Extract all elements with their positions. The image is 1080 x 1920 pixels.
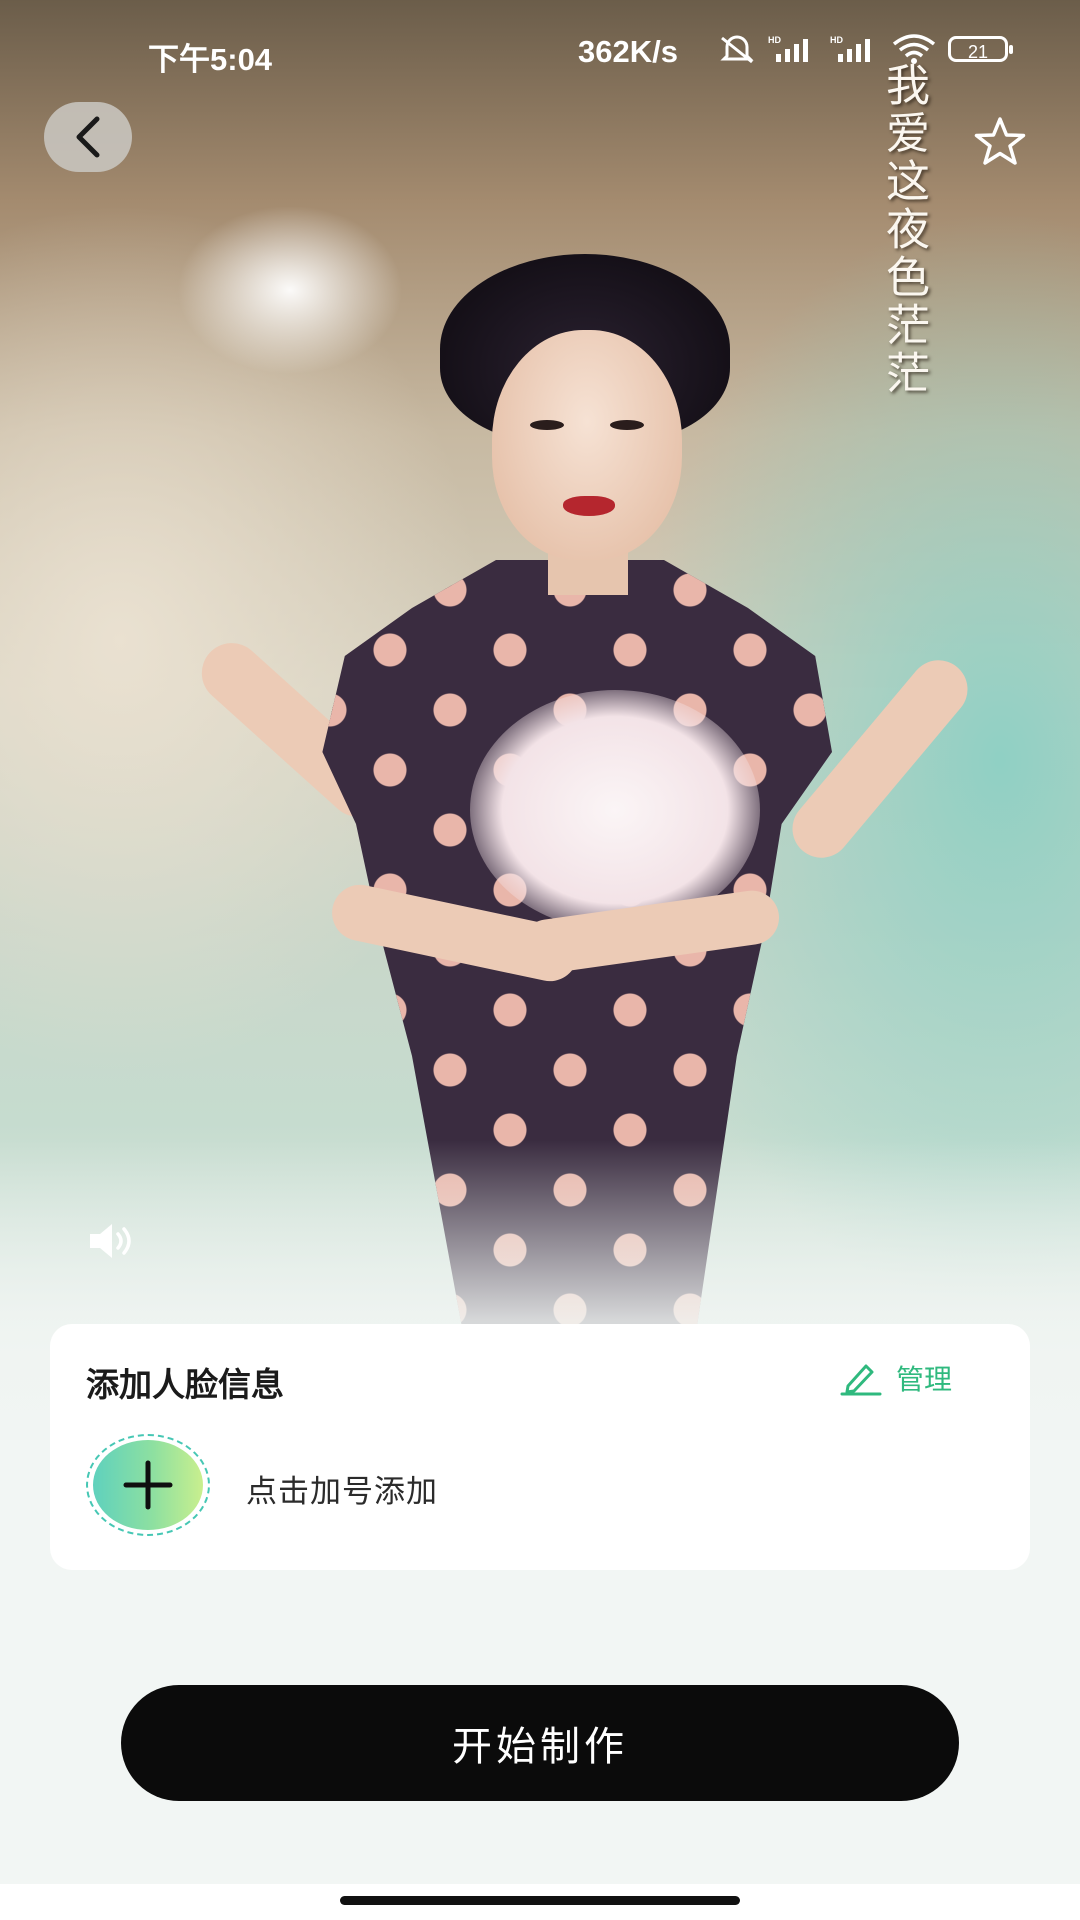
alarm-off-icon <box>720 35 754 64</box>
back-icon <box>76 116 100 158</box>
wifi-icon <box>892 34 936 64</box>
face-info-card: 添加人脸信息 管理 点击加号添加 <box>50 1324 1030 1570</box>
edit-icon <box>840 1364 882 1396</box>
svg-text:HD: HD <box>830 35 843 45</box>
favorite-button[interactable] <box>970 112 1030 172</box>
screen: 我爱这夜色茫茫 下午5:04 362K/s HD HD 21 添加人脸信息 管理… <box>0 0 1080 1920</box>
hd-signal-icon: HD <box>768 35 808 62</box>
battery-icon: 21 <box>948 36 1013 62</box>
hd-signal-icon: HD <box>830 35 870 62</box>
network-speed: 362K/s <box>578 34 678 69</box>
video-preview[interactable]: 我爱这夜色茫茫 <box>0 0 1080 1440</box>
face-info-title: 添加人脸信息 <box>86 1365 284 1404</box>
video-overlay-text: 我爱这夜色茫茫 <box>878 62 929 398</box>
manage-label: 管理 <box>896 1363 953 1396</box>
volume-icon <box>90 1224 131 1258</box>
svg-text:HD: HD <box>768 35 781 45</box>
start-creation-button[interactable]: 开始制作 <box>121 1685 959 1801</box>
add-face-hint: 点击加号添加 <box>246 1474 438 1510</box>
figure-lips <box>563 496 615 516</box>
add-face-button[interactable] <box>86 1434 210 1536</box>
volume-button[interactable] <box>84 1216 144 1266</box>
figure-eye <box>610 420 644 430</box>
plus-icon <box>123 1460 173 1510</box>
figure-face <box>492 330 682 560</box>
home-indicator[interactable] <box>340 1896 740 1905</box>
figure-eye <box>530 420 564 430</box>
status-bar: 下午5:04 362K/s HD HD 21 <box>0 0 1080 110</box>
status-icons: HD HD 21 <box>718 34 1013 64</box>
add-face-button-fill <box>93 1440 203 1530</box>
star-icon <box>974 117 1026 165</box>
manage-button[interactable]: 管理 <box>840 1356 952 1400</box>
feather-fan <box>470 690 760 930</box>
status-time: 下午5:04 <box>148 42 273 77</box>
back-button[interactable] <box>44 102 132 172</box>
